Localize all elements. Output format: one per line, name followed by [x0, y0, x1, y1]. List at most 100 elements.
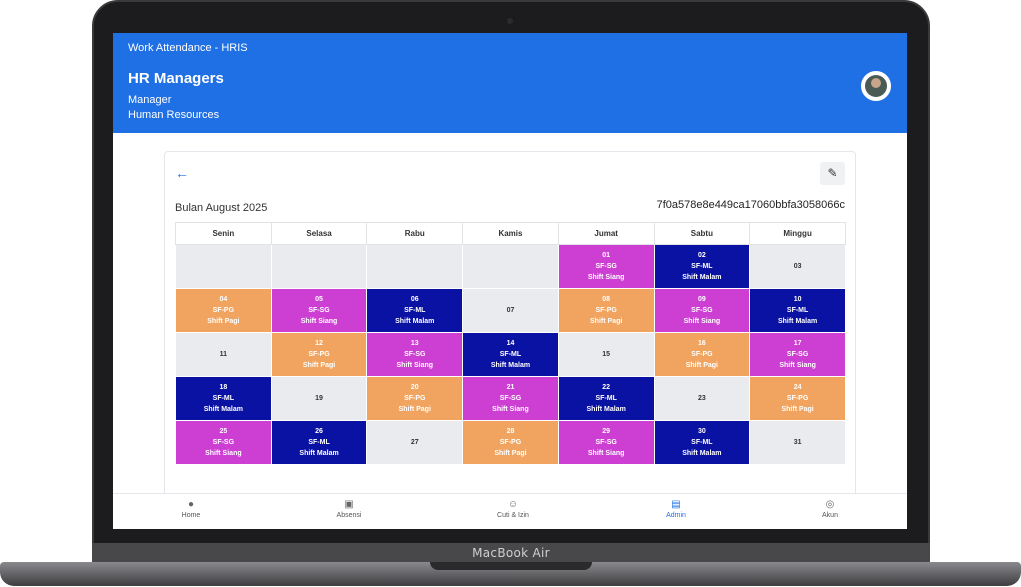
nav-item-home[interactable]: ● Home: [146, 498, 236, 519]
weekday-header: Rabu: [366, 222, 464, 245]
calendar-day-cell[interactable]: 11: [175, 332, 272, 377]
edit-button[interactable]: ✎: [820, 162, 845, 185]
calendar-day-cell[interactable]: 22 SF-ML Shift Malam: [557, 376, 655, 421]
day-shift: Shift Pagi: [302, 362, 336, 369]
user-department: Human Resources: [128, 109, 220, 121]
day-code: SF-SG: [691, 307, 713, 314]
calendar-day-cell[interactable]: 10 SF-ML Shift Malam: [749, 288, 846, 333]
calendar-day-cell[interactable]: 23: [653, 376, 751, 421]
weekday-header: Minggu: [749, 222, 846, 245]
day-day: 23: [697, 395, 706, 402]
calendar-week-row: 25 SF-SG Shift Siang 26 SF-ML Shift Malam 27 28…: [175, 420, 846, 465]
day-day: 10: [793, 296, 802, 303]
day-shift: Shift Malam: [682, 450, 722, 457]
calendar-day-cell[interactable]: 05 SF-SG Shift Siang: [270, 288, 368, 333]
arrow-left-icon[interactable]: ←: [175, 165, 189, 181]
day-day: 08: [602, 296, 611, 303]
calendar-day-cell[interactable]: 12 SF-PG Shift Pagi: [270, 332, 368, 377]
app-title: Work Attendance - HRIS: [128, 42, 248, 54]
day-day: 25: [219, 428, 228, 435]
bottom-nav: ● Home ▣ Absensi ☺ Cuti & Izin ▤ Admin ◎ Akun: [113, 493, 907, 529]
day-day: 28: [506, 428, 515, 435]
day-code: SF-SG: [404, 351, 426, 358]
calendar-day-cell[interactable]: 29 SF-SG Shift Siang: [557, 420, 655, 465]
calendar-week-row: 01 SF-SG Shift Siang 02 SF-ML Shift Malam 03: [175, 244, 846, 289]
calendar-day-cell[interactable]: 20 SF-PG Shift Pagi: [366, 376, 464, 421]
avatar[interactable]: [861, 71, 891, 101]
calendar-day-cell[interactable]: 08 SF-PG Shift Pagi: [557, 288, 655, 333]
day-day: 16: [697, 340, 706, 347]
day-code: SF-PG: [595, 307, 617, 314]
calendar-day-cell[interactable]: 16 SF-PG Shift Pagi: [653, 332, 751, 377]
day-code: SF-PG: [404, 395, 426, 402]
day-day: 13: [410, 340, 419, 347]
day-code: SF-ML: [691, 263, 713, 270]
nav-item-admin[interactable]: ▤ Admin: [631, 498, 721, 519]
day-shift: Shift Siang: [205, 450, 242, 457]
day-day: 31: [793, 439, 802, 446]
nav-item-cuti-izin[interactable]: ☺ Cuti & Izin: [468, 498, 558, 519]
day-shift: Shift Malam: [299, 450, 339, 457]
day-shift: Shift Malam: [395, 318, 435, 325]
day-day: 05: [315, 296, 323, 303]
day-day: 22: [602, 384, 611, 391]
calendar-day-cell[interactable]: 31: [749, 420, 846, 465]
calendar-day-cell[interactable]: 21 SF-SG Shift Siang: [462, 376, 559, 421]
day-code: SF-PG: [786, 395, 809, 402]
calendar-day-cell[interactable]: 19: [270, 376, 368, 421]
calendar-day-cell[interactable]: 09 SF-SG Shift Siang: [653, 288, 751, 333]
day-shift: Shift Siang: [779, 362, 816, 369]
device-brand: MacBook Air: [472, 546, 550, 560]
day-shift: Shift Siang: [492, 406, 529, 413]
nav-item-absensi[interactable]: ▣ Absensi: [304, 498, 394, 519]
calendar-icon: ▣: [344, 499, 354, 510]
calendar-day-cell[interactable]: 03: [749, 244, 846, 289]
calendar-day-cell[interactable]: 26 SF-ML Shift Malam: [270, 420, 368, 465]
nav-label: Akun: [822, 512, 838, 519]
user-role: Manager: [128, 94, 172, 106]
calendar-day-cell[interactable]: 18 SF-ML Shift Malam: [175, 376, 272, 421]
calendar-day-cell[interactable]: 27: [366, 420, 464, 465]
weekday-header-row: Senin Selasa Rabu Kamis Jumat Sabtu Minggu: [175, 222, 846, 245]
day-day: 29: [602, 428, 611, 435]
day-shift: Shift Pagi: [685, 362, 718, 369]
day-code: SF-PG: [212, 307, 235, 314]
app-header: Work Attendance - HRIS HR Managers Manag…: [113, 33, 907, 133]
day-shift: Shift Malam: [777, 318, 818, 325]
day-day: 30: [697, 428, 706, 435]
calendar-day-cell[interactable]: 15: [557, 332, 655, 377]
day-shift: Shift Siang: [587, 274, 625, 281]
day-day: 09: [697, 296, 706, 303]
day-code: SF-PG: [691, 351, 713, 358]
day-day: 12: [315, 340, 323, 347]
calendar-day-cell[interactable]: 17 SF-SG Shift Siang: [749, 332, 846, 377]
calendar-day-cell[interactable]: 13 SF-SG Shift Siang: [366, 332, 464, 377]
calendar-day-cell[interactable]: 30 SF-ML Shift Malam: [653, 420, 751, 465]
calendar-empty-cell: [366, 244, 464, 289]
calendar-day-cell[interactable]: 06 SF-ML Shift Malam: [366, 288, 464, 333]
calendar-day-cell[interactable]: 04 SF-PG Shift Pagi: [175, 288, 272, 333]
calendar-day-cell[interactable]: 24 SF-PG Shift Pagi: [749, 376, 846, 421]
schedule-calendar: Senin Selasa Rabu Kamis Jumat Sabtu Minggu 01 S…: [175, 222, 846, 465]
app-screen: Work Attendance - HRIS HR Managers Manag…: [113, 33, 907, 529]
nav-item-akun[interactable]: ◎ Akun: [785, 498, 875, 519]
day-day: 20: [410, 384, 419, 391]
calendar-day-cell[interactable]: 07: [462, 288, 559, 333]
weekday-header: Senin: [175, 222, 272, 245]
day-day: 27: [410, 439, 419, 446]
calendar-day-cell[interactable]: 14 SF-ML Shift Malam: [462, 332, 559, 377]
calendar-day-cell[interactable]: 25 SF-SG Shift Siang: [175, 420, 272, 465]
clipboard-icon: ▤: [671, 499, 681, 510]
day-shift: Shift Malam: [490, 362, 531, 369]
day-code: SF-SG: [786, 351, 809, 358]
day-shift: Shift Pagi: [590, 318, 623, 325]
calendar-day-cell[interactable]: 01 SF-SG Shift Siang: [557, 244, 655, 289]
calendar-day-cell[interactable]: 02 SF-ML Shift Malam: [653, 244, 751, 289]
calendar-day-cell[interactable]: 28 SF-PG Shift Pagi: [462, 420, 559, 465]
calendar-week-row: 18 SF-ML Shift Malam 19 20 SF-PG Shift Pagi 21 S…: [175, 376, 846, 421]
day-code: SF-SG: [308, 307, 330, 314]
pencil-icon: ✎: [827, 166, 838, 180]
day-code: SF-SG: [595, 263, 617, 270]
user-check-icon: ☺: [507, 499, 519, 510]
day-shift: Shift Pagi: [398, 406, 431, 413]
